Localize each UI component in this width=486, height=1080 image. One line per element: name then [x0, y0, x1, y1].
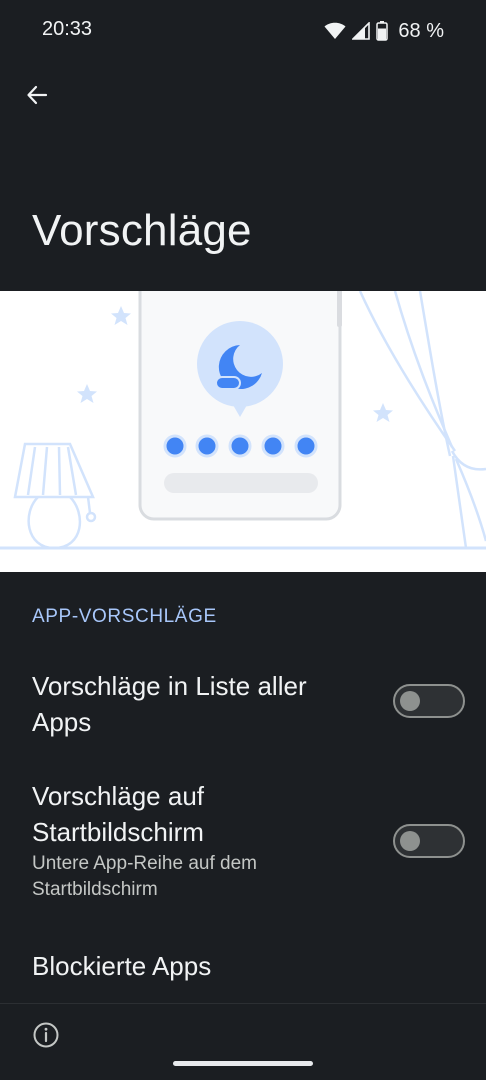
status-time: 20:33 [42, 18, 93, 40]
star-icon [373, 403, 393, 422]
navigation-handle[interactable] [173, 1061, 313, 1066]
toggle-suggestions-on-home-screen[interactable] [393, 824, 465, 858]
pref-title: Vorschläge auf Startbildschirm [32, 781, 205, 847]
suggestions-illustration [0, 291, 486, 572]
pref-summary: Untere App-Reihe auf dem Startbildschirm [32, 853, 257, 900]
battery-percentage: 68 % [398, 19, 444, 42]
pref-title: Vorschläge in Liste aller Apps [32, 671, 307, 737]
pref-suggestions-in-all-apps[interactable]: Vorschläge in Liste aller Apps [0, 656, 486, 746]
footer-divider [0, 1003, 486, 1004]
star-icon [77, 384, 97, 403]
info-icon [33, 1022, 59, 1048]
section-header: APP-VORSCHLÄGE [32, 606, 217, 627]
info-button[interactable] [32, 1021, 60, 1049]
toggle-thumb [400, 691, 420, 711]
cell-signal-icon [352, 22, 371, 40]
toggle-thumb [400, 831, 420, 851]
pref-blocked-apps[interactable]: Blockierte Apps [0, 930, 486, 1000]
pref-title: Blockierte Apps [32, 951, 212, 981]
lamp-drawing [13, 442, 97, 550]
star-icon [111, 306, 131, 325]
toggle-suggestions-in-all-apps[interactable] [393, 684, 465, 718]
status-bar: 20:33 68 % [0, 0, 486, 60]
status-icons: 68 % [324, 18, 444, 44]
arrow-back-icon [27, 85, 48, 105]
pref-suggestions-on-home-screen[interactable]: Vorschläge auf Startbildschirm Untere Ap… [0, 768, 486, 918]
back-button[interactable] [18, 76, 56, 114]
battery-icon [376, 21, 389, 41]
wifi-icon [324, 22, 346, 39]
page-title: Vorschläge [32, 206, 252, 255]
